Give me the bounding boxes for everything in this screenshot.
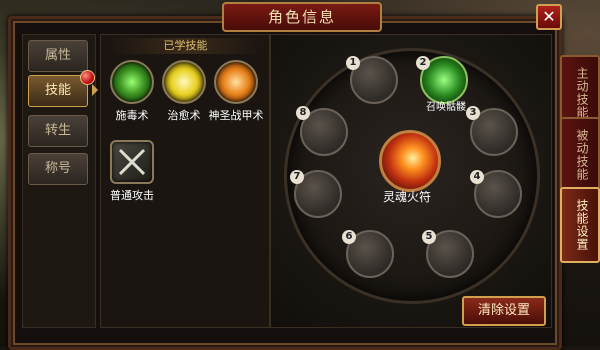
slot-number: 3: [466, 106, 480, 120]
menu-attributes[interactable]: 属性: [28, 40, 88, 72]
tab-passive-skills[interactable]: 被动技能: [560, 117, 600, 193]
skill-label: 神圣战甲术: [208, 109, 264, 122]
skill-holy-armor[interactable]: 神圣战甲术: [208, 60, 264, 123]
clear-settings-button[interactable]: 清除设置: [462, 296, 546, 326]
skill-poison[interactable]: 施毒术: [106, 60, 158, 123]
menu-rebirth[interactable]: 转生: [28, 115, 88, 147]
slot-number: 8: [296, 106, 310, 120]
slot-number: 2: [416, 56, 430, 70]
menu-title[interactable]: 称号: [28, 153, 88, 185]
holy-armor-icon: [214, 60, 258, 104]
slot-number: 1: [346, 56, 360, 70]
close-button[interactable]: ✕: [536, 4, 562, 30]
poison-skull-icon: [110, 60, 154, 104]
active-arrow-icon: [92, 84, 98, 96]
slot-number: 4: [470, 170, 484, 184]
skill-label: 施毒术: [115, 109, 149, 122]
learned-skills-header: 已学技能: [108, 38, 263, 54]
slot-number: 6: [342, 230, 356, 244]
skill-heal[interactable]: 治愈术: [158, 60, 210, 123]
soul-fire-talisman-icon[interactable]: [379, 130, 441, 192]
slot-number: 5: [422, 230, 436, 244]
crossed-swords-icon: [110, 140, 154, 184]
notification-dot: [80, 70, 95, 85]
skill-label: 治愈术: [167, 109, 201, 122]
window-title: 角色信息: [222, 2, 382, 32]
skill-normal-attack[interactable]: 普通攻击: [106, 140, 158, 203]
tab-skill-settings[interactable]: 技能设置: [560, 187, 600, 263]
skill-label: 普通攻击: [110, 189, 154, 202]
heal-light-icon: [162, 60, 206, 104]
slot-number: 7: [290, 170, 304, 184]
center-skill-label: 灵魂火符: [382, 190, 431, 204]
menu-skills[interactable]: 技能: [28, 75, 88, 107]
